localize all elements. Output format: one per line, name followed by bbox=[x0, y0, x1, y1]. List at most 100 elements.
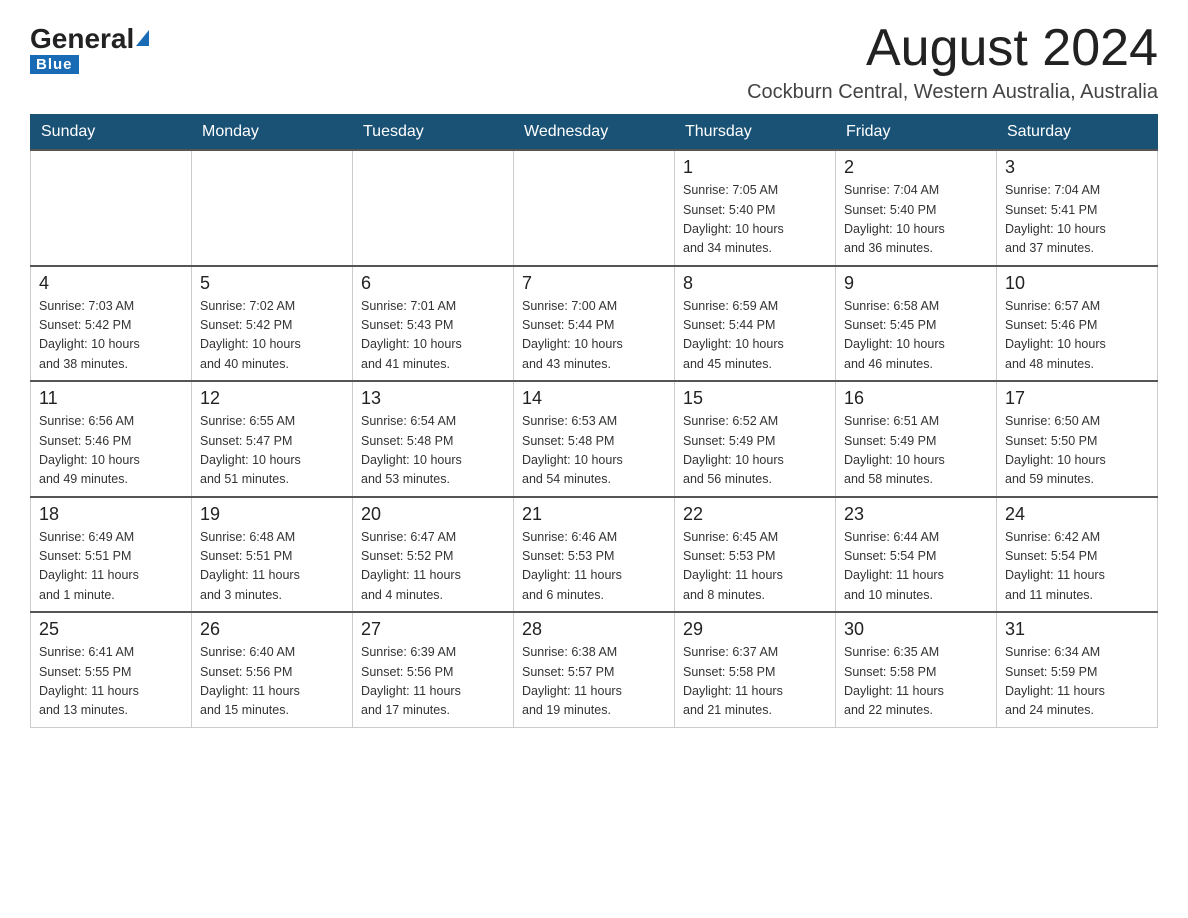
weekday-header-saturday: Saturday bbox=[997, 115, 1158, 151]
day-info: Sunrise: 7:04 AM Sunset: 5:41 PM Dayligh… bbox=[1005, 181, 1149, 259]
calendar-cell: 18 Sunrise: 6:49 AM Sunset: 5:51 PM Dayli… bbox=[31, 497, 192, 613]
day-info: Sunrise: 6:40 AM Sunset: 5:56 PM Dayligh… bbox=[200, 643, 344, 721]
day-number: 19 bbox=[200, 504, 344, 525]
month-title: August 2024 bbox=[747, 20, 1158, 77]
calendar-cell: 27Sunrise: 6:39 AM Sunset: 5:56 PM Dayli… bbox=[353, 612, 514, 727]
day-info: Sunrise: 6:41 AM Sunset: 5:55 PM Dayligh… bbox=[39, 643, 183, 721]
day-number: 5 bbox=[200, 273, 344, 294]
calendar-header-row: SundayMondayTuesdayWednesdayThursdayFrid… bbox=[31, 115, 1158, 151]
calendar-cell: 20 Sunrise: 6:47 AM Sunset: 5:52 PM Dayli… bbox=[353, 497, 514, 613]
logo-blue-text: Blue bbox=[30, 55, 79, 74]
weekday-header-tuesday: Tuesday bbox=[353, 115, 514, 151]
day-number: 1 bbox=[683, 157, 827, 178]
calendar-cell: 7 Sunrise: 7:00 AM Sunset: 5:44 PM Daylig… bbox=[514, 266, 675, 382]
weekday-header-monday: Monday bbox=[192, 115, 353, 151]
day-info: Sunrise: 6:44 AM Sunset: 5:54 PM Dayligh… bbox=[844, 528, 988, 606]
title-block: August 2024 Cockburn Central, Western Au… bbox=[747, 20, 1158, 104]
calendar-cell: 24 Sunrise: 6:42 AM Sunset: 5:54 PM Dayli… bbox=[997, 497, 1158, 613]
day-info: Sunrise: 6:57 AM Sunset: 5:46 PM Dayligh… bbox=[1005, 297, 1149, 375]
day-number: 3 bbox=[1005, 157, 1149, 178]
calendar-cell: 9 Sunrise: 6:58 AM Sunset: 5:45 PM Daylig… bbox=[836, 266, 997, 382]
day-number: 31 bbox=[1005, 619, 1149, 640]
day-info: Sunrise: 6:34 AM Sunset: 5:59 PM Dayligh… bbox=[1005, 643, 1149, 721]
day-number: 22 bbox=[683, 504, 827, 525]
day-number: 15 bbox=[683, 388, 827, 409]
day-info: Sunrise: 6:59 AM Sunset: 5:44 PM Dayligh… bbox=[683, 297, 827, 375]
day-number: 10 bbox=[1005, 273, 1149, 294]
day-number: 17 bbox=[1005, 388, 1149, 409]
calendar-cell: 12 Sunrise: 6:55 AM Sunset: 5:47 PM Dayli… bbox=[192, 381, 353, 497]
day-info: Sunrise: 6:37 AM Sunset: 5:58 PM Dayligh… bbox=[683, 643, 827, 721]
day-info: Sunrise: 6:48 AM Sunset: 5:51 PM Dayligh… bbox=[200, 528, 344, 606]
day-info: Sunrise: 6:51 AM Sunset: 5:49 PM Dayligh… bbox=[844, 412, 988, 490]
day-number: 14 bbox=[522, 388, 666, 409]
calendar-cell bbox=[353, 150, 514, 266]
day-info: Sunrise: 7:02 AM Sunset: 5:42 PM Dayligh… bbox=[200, 297, 344, 375]
day-number: 20 bbox=[361, 504, 505, 525]
calendar-cell: 4 Sunrise: 7:03 AM Sunset: 5:42 PM Daylig… bbox=[31, 266, 192, 382]
day-number: 12 bbox=[200, 388, 344, 409]
calendar-cell: 8 Sunrise: 6:59 AM Sunset: 5:44 PM Daylig… bbox=[675, 266, 836, 382]
day-info: Sunrise: 6:58 AM Sunset: 5:45 PM Dayligh… bbox=[844, 297, 988, 375]
day-info: Sunrise: 6:38 AM Sunset: 5:57 PM Dayligh… bbox=[522, 643, 666, 721]
calendar-cell bbox=[192, 150, 353, 266]
weekday-header-wednesday: Wednesday bbox=[514, 115, 675, 151]
day-info: Sunrise: 6:42 AM Sunset: 5:54 PM Dayligh… bbox=[1005, 528, 1149, 606]
calendar-table: SundayMondayTuesdayWednesdayThursdayFrid… bbox=[30, 114, 1158, 728]
day-info: Sunrise: 6:55 AM Sunset: 5:47 PM Dayligh… bbox=[200, 412, 344, 490]
calendar-cell: 1Sunrise: 7:05 AM Sunset: 5:40 PM Daylig… bbox=[675, 150, 836, 266]
day-info: Sunrise: 6:35 AM Sunset: 5:58 PM Dayligh… bbox=[844, 643, 988, 721]
logo-triangle-icon bbox=[136, 30, 149, 46]
day-info: Sunrise: 6:50 AM Sunset: 5:50 PM Dayligh… bbox=[1005, 412, 1149, 490]
page-header: General Blue August 2024 Cockburn Centra… bbox=[30, 20, 1158, 104]
day-number: 16 bbox=[844, 388, 988, 409]
week-row-2: 4 Sunrise: 7:03 AM Sunset: 5:42 PM Daylig… bbox=[31, 266, 1158, 382]
calendar-cell: 25Sunrise: 6:41 AM Sunset: 5:55 PM Dayli… bbox=[31, 612, 192, 727]
calendar-cell: 31 Sunrise: 6:34 AM Sunset: 5:59 PM Dayli… bbox=[997, 612, 1158, 727]
day-info: Sunrise: 6:56 AM Sunset: 5:46 PM Dayligh… bbox=[39, 412, 183, 490]
day-number: 28 bbox=[522, 619, 666, 640]
day-number: 24 bbox=[1005, 504, 1149, 525]
calendar-cell: 29Sunrise: 6:37 AM Sunset: 5:58 PM Dayli… bbox=[675, 612, 836, 727]
calendar-cell: 10 Sunrise: 6:57 AM Sunset: 5:46 PM Dayli… bbox=[997, 266, 1158, 382]
day-info: Sunrise: 7:00 AM Sunset: 5:44 PM Dayligh… bbox=[522, 297, 666, 375]
day-info: Sunrise: 7:01 AM Sunset: 5:43 PM Dayligh… bbox=[361, 297, 505, 375]
calendar-cell bbox=[31, 150, 192, 266]
calendar-cell: 5 Sunrise: 7:02 AM Sunset: 5:42 PM Daylig… bbox=[192, 266, 353, 382]
day-info: Sunrise: 6:49 AM Sunset: 5:51 PM Dayligh… bbox=[39, 528, 183, 606]
day-number: 18 bbox=[39, 504, 183, 525]
day-info: Sunrise: 7:04 AM Sunset: 5:40 PM Dayligh… bbox=[844, 181, 988, 259]
calendar-cell: 6Sunrise: 7:01 AM Sunset: 5:43 PM Daylig… bbox=[353, 266, 514, 382]
weekday-header-friday: Friday bbox=[836, 115, 997, 151]
day-info: Sunrise: 6:47 AM Sunset: 5:52 PM Dayligh… bbox=[361, 528, 505, 606]
day-number: 4 bbox=[39, 273, 183, 294]
calendar-cell: 14Sunrise: 6:53 AM Sunset: 5:48 PM Dayli… bbox=[514, 381, 675, 497]
calendar-cell: 22Sunrise: 6:45 AM Sunset: 5:53 PM Dayli… bbox=[675, 497, 836, 613]
day-number: 9 bbox=[844, 273, 988, 294]
calendar-cell: 28 Sunrise: 6:38 AM Sunset: 5:57 PM Dayli… bbox=[514, 612, 675, 727]
week-row-4: 18 Sunrise: 6:49 AM Sunset: 5:51 PM Dayli… bbox=[31, 497, 1158, 613]
day-number: 30 bbox=[844, 619, 988, 640]
day-number: 8 bbox=[683, 273, 827, 294]
day-info: Sunrise: 6:52 AM Sunset: 5:49 PM Dayligh… bbox=[683, 412, 827, 490]
day-number: 13 bbox=[361, 388, 505, 409]
weekday-header-thursday: Thursday bbox=[675, 115, 836, 151]
calendar-cell: 13 Sunrise: 6:54 AM Sunset: 5:48 PM Dayli… bbox=[353, 381, 514, 497]
calendar-cell: 16 Sunrise: 6:51 AM Sunset: 5:49 PM Dayli… bbox=[836, 381, 997, 497]
day-info: Sunrise: 6:54 AM Sunset: 5:48 PM Dayligh… bbox=[361, 412, 505, 490]
day-info: Sunrise: 7:03 AM Sunset: 5:42 PM Dayligh… bbox=[39, 297, 183, 375]
calendar-cell: 19 Sunrise: 6:48 AM Sunset: 5:51 PM Dayli… bbox=[192, 497, 353, 613]
day-number: 11 bbox=[39, 388, 183, 409]
calendar-cell: 21Sunrise: 6:46 AM Sunset: 5:53 PM Dayli… bbox=[514, 497, 675, 613]
day-number: 21 bbox=[522, 504, 666, 525]
calendar-cell: 17 Sunrise: 6:50 AM Sunset: 5:50 PM Dayli… bbox=[997, 381, 1158, 497]
day-number: 23 bbox=[844, 504, 988, 525]
calendar-cell bbox=[514, 150, 675, 266]
weekday-header-sunday: Sunday bbox=[31, 115, 192, 151]
day-number: 2 bbox=[844, 157, 988, 178]
calendar-cell: 30 Sunrise: 6:35 AM Sunset: 5:58 PM Dayli… bbox=[836, 612, 997, 727]
calendar-cell: 26Sunrise: 6:40 AM Sunset: 5:56 PM Dayli… bbox=[192, 612, 353, 727]
week-row-5: 25Sunrise: 6:41 AM Sunset: 5:55 PM Dayli… bbox=[31, 612, 1158, 727]
day-number: 7 bbox=[522, 273, 666, 294]
location-subtitle: Cockburn Central, Western Australia, Aus… bbox=[747, 81, 1158, 104]
